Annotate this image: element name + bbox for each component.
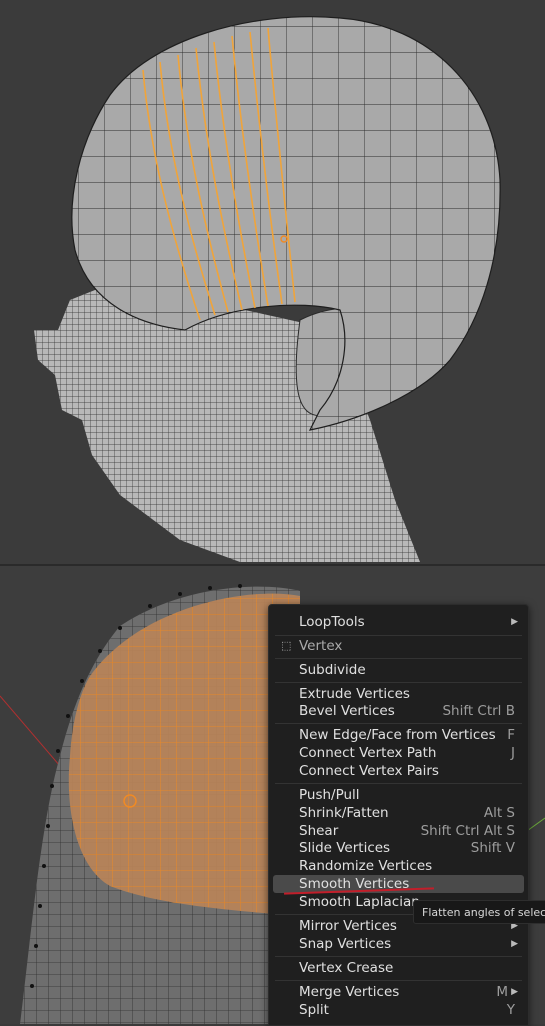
menu-item-shrink-fatten[interactable]: Shrink/Fatten Alt S: [273, 804, 524, 822]
menu-item-slide-vertices[interactable]: Slide Vertices Shift V: [273, 839, 524, 857]
menu-item-connect-vertex-path[interactable]: Connect Vertex Path J: [273, 744, 524, 762]
menu-item-connect-vertex-pairs[interactable]: Connect Vertex Pairs: [273, 762, 524, 780]
menu-item-push-pull[interactable]: Push/Pull: [273, 786, 524, 804]
selected-region: [68, 593, 300, 916]
menu-item-split[interactable]: Split Y: [273, 1001, 524, 1019]
menu-item-bevel-vertices[interactable]: Bevel Vertices Shift Ctrl B: [273, 702, 524, 720]
submenu-arrow-icon: ▶: [511, 939, 518, 949]
submenu-arrow-icon: ▶: [511, 617, 518, 627]
head-mesh-solid: [34, 16, 501, 562]
menu-item-shear[interactable]: Shear Shift Ctrl Alt S: [273, 822, 524, 840]
submenu-arrow-icon: ▶: [511, 987, 518, 997]
menu-separator: [275, 980, 522, 981]
vertex-icon: ⬚: [281, 639, 292, 652]
menu-item-randomize-vertices[interactable]: Randomize Vertices: [273, 857, 524, 875]
menu-item-new-edge-face[interactable]: New Edge/Face from Vertices F: [273, 726, 524, 744]
menu-item-looptools[interactable]: LoopTools ▶: [273, 613, 524, 631]
menu-separator: [275, 658, 522, 659]
vertex-context-menu: LoopTools ▶ ⬚ Vertex Subdivide Extrude V…: [268, 604, 529, 1026]
menu-separator: [275, 635, 522, 636]
menu-separator: [275, 682, 522, 683]
menu-header: ⬚ Vertex: [281, 638, 343, 654]
x-axis-line: [0, 695, 61, 767]
menu-item-merge-vertices[interactable]: Merge Vertices M ▶: [273, 983, 524, 1001]
tooltip: Flatten angles of selected: [413, 900, 545, 924]
menu-separator: [275, 783, 522, 784]
menu-item-snap-vertices[interactable]: Snap Vertices ▶: [273, 935, 524, 953]
menu-item-subdivide[interactable]: Subdivide: [273, 661, 524, 679]
menu-separator: [275, 956, 522, 957]
menu-separator: [275, 723, 522, 724]
menu-item-vertex-crease[interactable]: Vertex Crease: [273, 959, 524, 977]
menu-item-extrude-vertices[interactable]: Extrude Vertices: [273, 685, 524, 703]
viewport-solid[interactable]: [0, 0, 545, 566]
